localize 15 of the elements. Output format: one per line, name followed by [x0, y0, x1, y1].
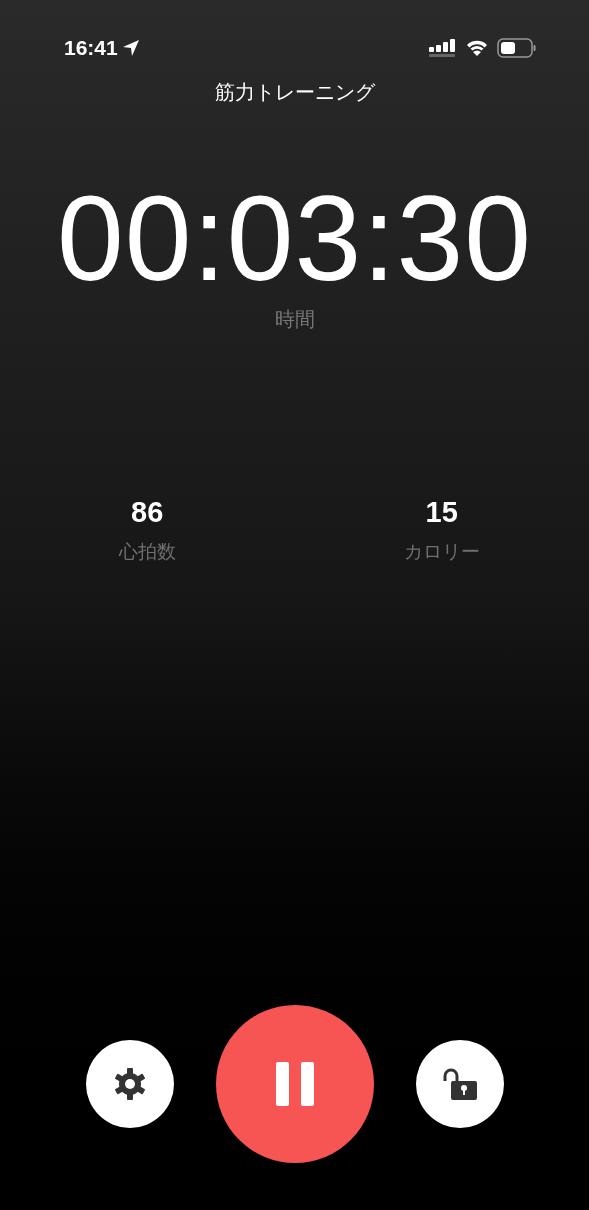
pause-icon [275, 1062, 314, 1106]
stat-label: 心拍数 [118, 540, 176, 564]
signal-icon [429, 39, 457, 57]
elapsed-time-label: 時間 [274, 307, 315, 332]
workout-title: 筋力トレーニング [214, 80, 375, 105]
status-time: 16:41 [64, 35, 118, 62]
wifi-icon [465, 39, 489, 57]
location-arrow-icon [121, 39, 140, 57]
settings-icon [112, 1067, 147, 1101]
battery-icon [497, 38, 537, 58]
elapsed-time: 00:03:30 [56, 178, 533, 298]
stat-value: 86 [131, 495, 164, 530]
unlocked-padlock-icon [441, 1066, 478, 1102]
stat-value: 15 [425, 495, 458, 530]
stat-label: カロリー [403, 540, 480, 564]
